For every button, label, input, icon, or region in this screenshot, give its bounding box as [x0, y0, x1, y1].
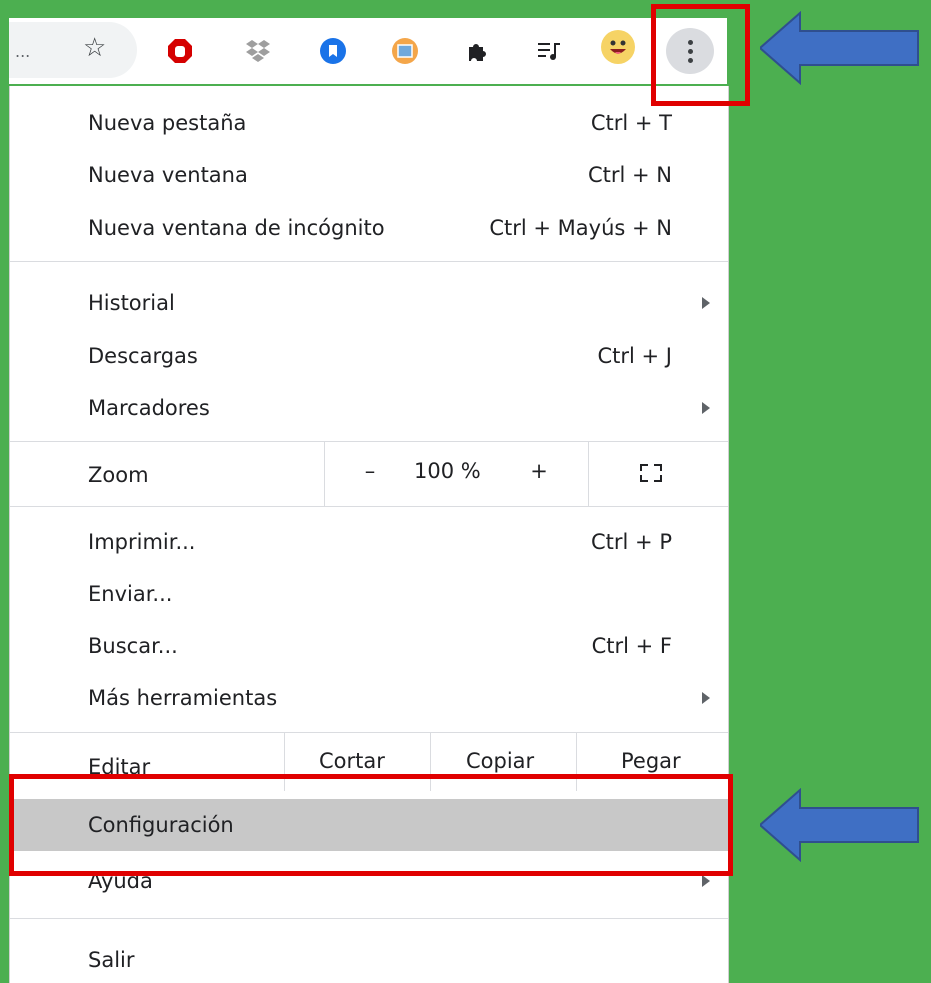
menu-item-history[interactable]: Historial [10, 280, 728, 326]
menu-item-print[interactable]: Imprimir... Ctrl + P [10, 519, 728, 565]
browser-toolbar: ... ☆ [9, 18, 727, 84]
menu-item-shortcut: Ctrl + Mayús + N [489, 216, 672, 240]
menu-item-label: Nueva ventana de incógnito [88, 216, 385, 240]
media-queue-icon[interactable] [537, 38, 563, 64]
menu-divider [10, 918, 728, 919]
menu-item-label: Nueva ventana [88, 163, 248, 187]
menu-item-label: Salir [88, 948, 135, 972]
copy-label: Copiar [466, 749, 535, 773]
menu-item-new-window[interactable]: Nueva ventana Ctrl + N [10, 152, 728, 198]
menu-item-cast[interactable]: Enviar... [10, 571, 728, 617]
menu-item-shortcut: Ctrl + F [591, 634, 672, 658]
profile-avatar-icon[interactable] [601, 30, 635, 64]
menu-item-exit[interactable]: Salir [10, 937, 728, 983]
menu-item-find[interactable]: Buscar... Ctrl + F [10, 623, 728, 669]
menu-item-incognito[interactable]: Nueva ventana de incógnito Ctrl + Mayús … [10, 205, 728, 251]
star-icon[interactable]: ☆ [83, 35, 106, 61]
dropbox-icon[interactable] [245, 38, 271, 64]
image-ext-icon[interactable] [392, 38, 418, 64]
zoom-row: Zoom – 100 % + [10, 442, 728, 506]
zoom-divider [324, 442, 325, 506]
menu-item-label: Descargas [88, 344, 198, 368]
omnibox-overflow-text: ... [15, 42, 31, 61]
menu-item-more-tools[interactable]: Más herramientas [10, 675, 728, 721]
fullscreen-icon[interactable] [640, 464, 662, 482]
menu-item-bookmarks[interactable]: Marcadores [10, 385, 728, 431]
bookmark-ext-icon[interactable] [320, 38, 346, 64]
menu-item-label: Marcadores [88, 396, 210, 420]
zoom-value: 100 % [414, 459, 481, 483]
submenu-arrow-icon [702, 692, 710, 704]
submenu-arrow-icon [702, 875, 710, 887]
menu-item-label: Más herramientas [88, 686, 278, 710]
zoom-divider [588, 442, 589, 506]
menu-item-new-tab[interactable]: Nueva pestaña Ctrl + T [10, 100, 728, 146]
ublock-icon[interactable] [167, 38, 193, 64]
menu-item-label: Buscar... [88, 634, 178, 658]
submenu-arrow-icon [702, 402, 710, 414]
menu-item-label: Enviar... [88, 582, 173, 606]
zoom-out-button[interactable]: – [356, 459, 384, 483]
menu-item-shortcut: Ctrl + P [591, 530, 672, 554]
zoom-label: Zoom [88, 463, 149, 487]
paste-label: Pegar [621, 749, 681, 773]
menu-item-shortcut: Ctrl + J [597, 344, 672, 368]
annotation-arrow-icon [760, 788, 919, 862]
zoom-in-button[interactable]: + [528, 459, 550, 483]
menu-divider [10, 261, 728, 262]
menu-item-label: Historial [88, 291, 175, 315]
submenu-arrow-icon [702, 297, 710, 309]
annotation-arrow-icon [760, 11, 919, 85]
menu-item-shortcut: Ctrl + N [587, 163, 672, 187]
puzzle-icon[interactable] [464, 38, 490, 64]
menu-item-downloads[interactable]: Descargas Ctrl + J [10, 333, 728, 379]
menu-divider [10, 506, 728, 507]
highlight-box-settings [9, 774, 733, 876]
cut-label: Cortar [319, 749, 385, 773]
highlight-box-menu-button [651, 4, 750, 106]
omnibox[interactable]: ... ☆ [9, 22, 137, 78]
menu-item-shortcut: Ctrl + T [590, 111, 672, 135]
menu-item-label: Imprimir... [88, 530, 196, 554]
menu-item-label: Nueva pestaña [88, 111, 247, 135]
